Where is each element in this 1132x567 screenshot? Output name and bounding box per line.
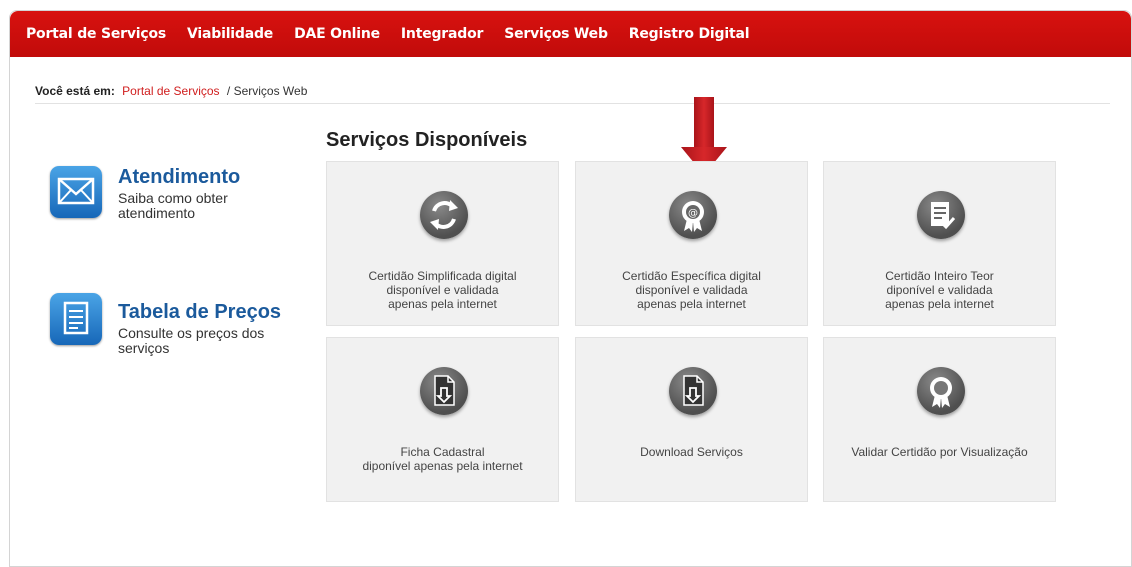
card-line1: Certidão Simplificada digital <box>368 269 517 283</box>
card-line1: Download Serviços <box>640 445 743 459</box>
svg-text:@: @ <box>688 208 698 219</box>
service-card-ficha-cadastral[interactable]: Ficha Cadastral diponível apenas pela in… <box>326 337 559 502</box>
card-line1: Validar Certidão por Visualização <box>851 445 1028 459</box>
nav-dae-online[interactable]: DAE Online <box>294 26 380 42</box>
document-check-icon <box>917 191 965 239</box>
nav-integrador[interactable]: Integrador <box>401 26 483 42</box>
service-card-certidao-especifica[interactable]: @ Certidão Específica digital disponível… <box>575 161 808 326</box>
card-line3: apenas pela internet <box>388 297 497 311</box>
card-line1: Certidão Inteiro Teor <box>885 269 994 283</box>
page-frame: Portal de Serviços Viabilidade DAE Onlin… <box>9 10 1132 567</box>
nav-servicos-web[interactable]: Serviços Web <box>504 26 608 42</box>
card-line2: disponível e validada <box>635 283 748 297</box>
top-navigation: Portal de Serviços Viabilidade DAE Onlin… <box>10 11 1131 57</box>
services-heading: Serviços Disponíveis <box>326 129 528 151</box>
nav-portal-de-servicos[interactable]: Portal de Serviços <box>26 26 166 42</box>
mail-icon <box>50 166 102 218</box>
card-line3: apenas pela internet <box>637 297 746 311</box>
service-card-download-servicos[interactable]: Download Serviços <box>575 337 808 502</box>
service-card-certidao-simplificada[interactable]: Certidão Simplificada digital disponível… <box>326 161 559 326</box>
certificate-seal-icon: @ <box>669 191 717 239</box>
file-download-icon <box>420 367 468 415</box>
award-ribbon-icon <box>917 367 965 415</box>
breadcrumb: Você está em: Portal de Serviços / Servi… <box>35 84 307 98</box>
file-download-icon <box>669 367 717 415</box>
card-line1: Ficha Cadastral <box>400 445 485 459</box>
atendimento-title: Atendimento <box>118 166 241 188</box>
card-line3: apenas pela internet <box>885 297 994 311</box>
card-line1: Certidão Específica digital <box>622 269 761 283</box>
document-icon <box>50 293 102 345</box>
service-card-validar-certidao[interactable]: Validar Certidão por Visualização <box>823 337 1056 502</box>
card-line2: diponível e validada <box>886 283 993 297</box>
divider <box>35 103 1110 104</box>
breadcrumb-label: Você está em: <box>35 84 115 98</box>
breadcrumb-link-portal[interactable]: Portal de Serviços <box>122 84 219 98</box>
service-card-certidao-inteiro-teor[interactable]: Certidão Inteiro Teor diponível e valida… <box>823 161 1056 326</box>
card-line2: diponível apenas pela internet <box>362 459 523 473</box>
precos-desc: Consulte os preços dos serviços <box>118 325 265 356</box>
card-line2: disponível e validada <box>386 283 499 297</box>
nav-viabilidade[interactable]: Viabilidade <box>187 26 273 42</box>
refresh-icon <box>420 191 468 239</box>
nav-registro-digital[interactable]: Registro Digital <box>629 26 750 42</box>
atendimento-desc: Saiba como obter atendimento <box>118 190 228 221</box>
breadcrumb-current: / Serviços Web <box>226 84 308 98</box>
precos-title: Tabela de Preços <box>118 301 282 323</box>
